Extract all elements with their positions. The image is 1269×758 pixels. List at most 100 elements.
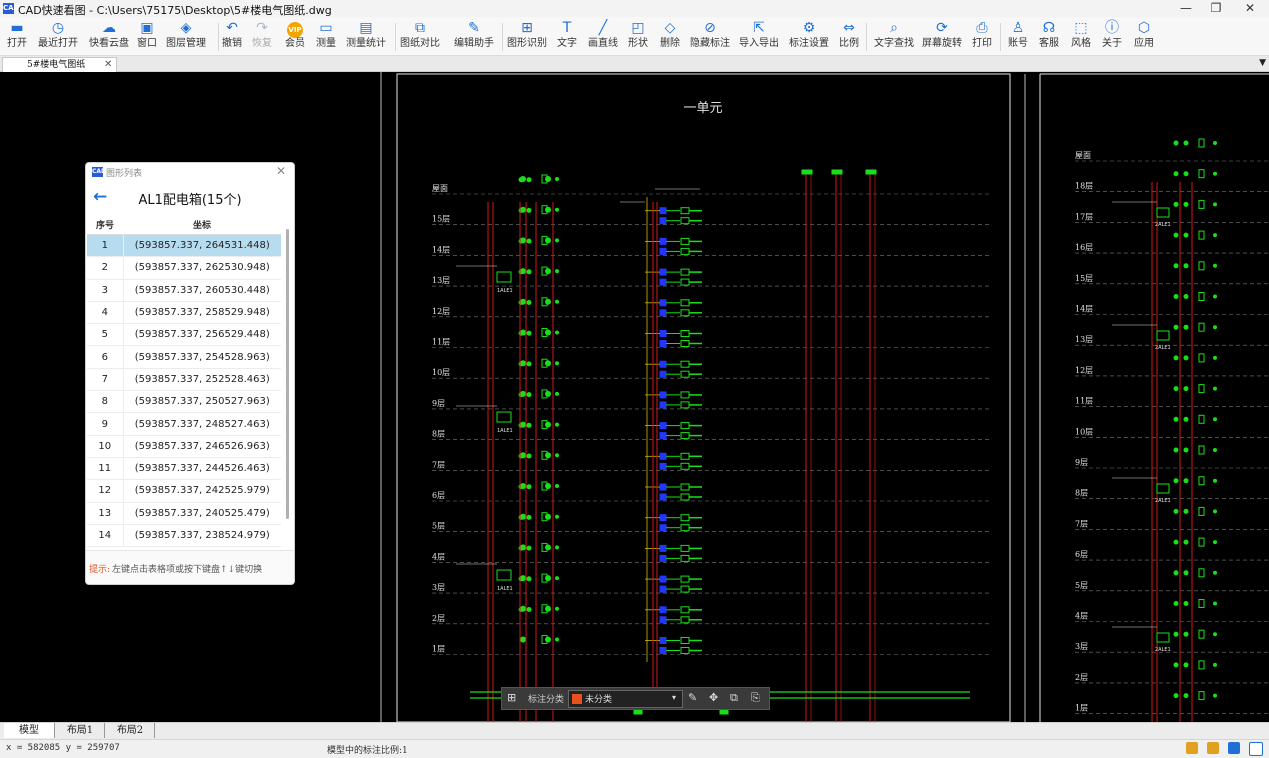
toolbar-label: 测量: [316, 38, 336, 49]
table-row[interactable]: 2 (593857.337, 262530.948): [87, 256, 281, 280]
panel-scrollbar[interactable]: [286, 229, 289, 519]
toolbar-button-text-search[interactable]: ⌕ 文字查找: [874, 20, 914, 54]
table-row[interactable]: 10 (593857.337, 246526.963): [87, 435, 281, 458]
paste-annotation-icon[interactable]: ⎘: [751, 691, 760, 705]
light-fixture-icon: [1173, 693, 1179, 699]
outlet-icon: [1198, 691, 1205, 701]
toolbar-button-rotate-screen[interactable]: ⟳ 屏幕旋转: [922, 20, 962, 54]
table-row[interactable]: 13 (593857.337, 240525.479): [87, 502, 281, 525]
toolbar-button-undo[interactable]: ↶ 撤销: [220, 20, 244, 54]
toolbar-button-shape[interactable]: ◰ 形状: [627, 20, 649, 54]
apps-icon: ⬡: [1137, 20, 1151, 36]
toolbar-button-vip[interactable]: VIP 会员: [283, 20, 307, 54]
move-annotation-icon[interactable]: ✥: [709, 691, 718, 705]
box-label-right: 2ALE1: [1155, 498, 1171, 504]
table-row[interactable]: 5 (593857.337, 256529.448): [87, 323, 281, 347]
edit-annotation-icon[interactable]: ✎: [688, 691, 697, 705]
copy-annotation-icon[interactable]: ⧉: [730, 691, 738, 705]
toolbar-button-apps[interactable]: ⬡ 应用: [1133, 20, 1155, 54]
outlet-icon: [1198, 199, 1205, 209]
meter-icon: [659, 647, 667, 654]
table-row[interactable]: 12 (593857.337, 242525.979): [87, 479, 281, 503]
fullscreen-icon[interactable]: [1249, 742, 1263, 756]
toolbar-label: 客服: [1039, 38, 1059, 49]
toolbar-label: 会员: [285, 38, 305, 49]
outlet-icon: [1198, 322, 1205, 332]
ortho-toggle-icon[interactable]: [1228, 742, 1240, 754]
main-toolbar: ▬ 打开 ◷ 最近打开 ☁ 快看云盘 ▣ 窗口 ◈ 图层管理 ↶ 撤销 ↷ 恢复 VIP 会员 ▭ 测量 ▤ 测量统计…: [0, 17, 1269, 56]
busbar-icon: [865, 169, 877, 175]
snap-toggle-icon[interactable]: [1186, 742, 1198, 754]
distribution-box-icon: [1156, 207, 1170, 218]
table-row[interactable]: 3 (593857.337, 260530.448): [87, 279, 281, 302]
light-fixture-icon: [526, 361, 532, 367]
toolbar-button-cloud[interactable]: ☁ 快看云盘: [87, 20, 131, 54]
toolbar-button-edit-assistant[interactable]: ✎ 编辑助手: [454, 20, 494, 54]
toolbar-button-headset[interactable]: ☊ 客服: [1038, 20, 1060, 54]
outlet-icon: [1198, 599, 1205, 608]
table-row[interactable]: 7 (593857.337, 252528.463): [87, 368, 281, 392]
toolbar-label: 比例: [839, 38, 859, 49]
document-tab[interactable]: 5#楼电气图纸 ✕: [2, 57, 117, 72]
toolbar-button-eraser[interactable]: ◇ 删除: [659, 20, 681, 54]
toolbar-button-printer[interactable]: ⎙ 打印: [971, 20, 993, 54]
toolbar-button-redo[interactable]: ↷ 恢复: [250, 20, 274, 54]
layout-tab-bar: 模型 布局1 布局2: [0, 722, 1269, 739]
chevron-down-icon[interactable]: ▾: [672, 693, 676, 702]
switch-icon: [1213, 448, 1217, 452]
category-select[interactable]: 未分类 ▾: [568, 690, 683, 708]
toolbar-button-folder-open[interactable]: ▬ 打开: [4, 20, 30, 54]
floor-label: 15层: [432, 215, 450, 224]
table-row[interactable]: 11 (593857.337, 244526.463): [87, 457, 281, 481]
floor-label: 4层: [432, 552, 445, 561]
switch-icon: [1213, 632, 1217, 637]
table-row[interactable]: 4 (593857.337, 258529.948): [87, 301, 281, 325]
layout-tab-layout2[interactable]: 布局2: [106, 723, 155, 738]
light-fixture-icon: [518, 453, 524, 459]
toolbar-button-shape-recognize[interactable]: ⊞ 图形识别: [507, 20, 547, 54]
toolbar-button-style[interactable]: ⬚ 风格: [1070, 20, 1092, 54]
toolbar-button-import-export[interactable]: ⇱ 导入导出: [739, 20, 779, 54]
toolbar-button-window[interactable]: ▣ 窗口: [136, 20, 158, 54]
distribution-box-icon: [1156, 483, 1170, 494]
toolbar-button-user[interactable]: ♙ 账号: [1006, 20, 1030, 54]
breaker-icon: [680, 606, 690, 614]
toolbar-button-measure-stats[interactable]: ▤ 测量统计: [346, 20, 386, 54]
style-icon: ⬚: [1074, 20, 1088, 36]
table-row[interactable]: 14 (593857.337, 238524.979): [87, 524, 281, 548]
meter-icon: [659, 340, 667, 347]
maximize-button[interactable]: ❐: [1198, 0, 1234, 17]
floor-label-right: 9层: [1075, 458, 1088, 467]
toolbar-button-hide-annotation[interactable]: ⊘ 隐藏标注: [690, 20, 730, 54]
light-fixture-icon: [1183, 294, 1189, 299]
toolbar-label: 画直线: [588, 38, 618, 49]
grid-toggle-icon[interactable]: [1207, 742, 1219, 754]
switch-icon: [555, 484, 559, 488]
close-window-button[interactable]: ✕: [1232, 0, 1268, 17]
toolbar-button-scale[interactable]: ⇔ 比例: [838, 20, 860, 54]
table-row[interactable]: 6 (593857.337, 254528.963): [87, 345, 281, 369]
breaker-icon: [680, 514, 690, 522]
toolbar-button-text[interactable]: T 文字: [556, 20, 578, 54]
close-tab-icon[interactable]: ✕: [104, 58, 112, 72]
toolbar-button-layers[interactable]: ◈ 图层管理: [166, 20, 206, 54]
toolbar-button-line[interactable]: ╱ 画直线: [588, 20, 618, 54]
switch-icon: [1213, 509, 1217, 514]
scale-icon: ⇔: [843, 20, 855, 36]
toolbar-button-clock-history[interactable]: ◷ 最近打开: [37, 20, 79, 54]
toolbar-button-ruler[interactable]: ▭ 测量: [314, 20, 338, 54]
tab-menu-icon[interactable]: ▼: [1259, 58, 1266, 68]
table-row[interactable]: 9 (593857.337, 248527.463): [87, 412, 281, 436]
grid-icon[interactable]: ⊞: [507, 691, 516, 705]
row-index: 8: [87, 390, 124, 414]
panel-close-icon[interactable]: ✕: [276, 164, 286, 178]
breaker-icon: [680, 299, 690, 307]
layout-tab-layout1[interactable]: 布局1: [56, 723, 105, 738]
layout-tab-model[interactable]: 模型: [4, 723, 55, 738]
table-row[interactable]: 8 (593857.337, 250527.963): [87, 390, 281, 414]
table-row[interactable]: 1 (593857.337, 264531.448): [87, 234, 281, 258]
toolbar-button-info[interactable]: ⓘ 关于: [1101, 20, 1123, 54]
toolbar-button-compare[interactable]: ⧉ 图纸对比: [400, 20, 440, 54]
distribution-box-icon: [496, 569, 512, 581]
toolbar-button-annotation-settings[interactable]: ⚙ 标注设置: [788, 20, 830, 54]
